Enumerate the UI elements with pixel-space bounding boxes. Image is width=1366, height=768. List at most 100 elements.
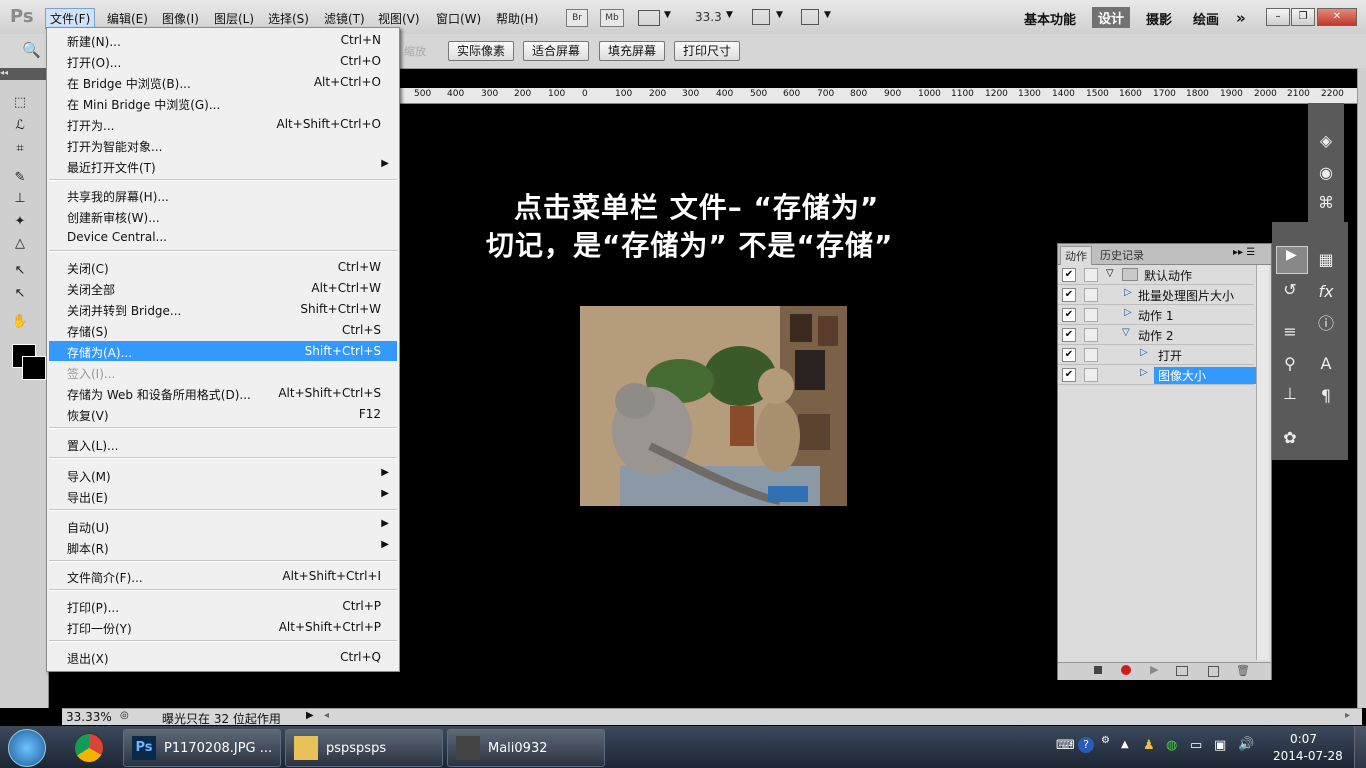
actual-pixels-button[interactable]: 实际像素 <box>448 41 515 61</box>
crop-tool-icon[interactable]: ⌗ <box>10 141 30 159</box>
menu-item-place[interactable]: 置入(L)... <box>49 434 397 454</box>
expand-arrow-icon[interactable]: ▽ <box>1122 327 1130 338</box>
keyboard-icon[interactable]: ⌨ <box>1056 738 1075 753</box>
toggle-checkbox[interactable]: ✔ <box>1062 268 1076 282</box>
menu-item-import[interactable]: 导入(M) ▶ <box>49 465 397 485</box>
menu-item-print[interactable]: 打印(P)... Ctrl+P <box>49 596 397 616</box>
menu-item-open[interactable]: 打开(O)... Ctrl+O <box>49 51 397 71</box>
action-row[interactable]: ✔ ▷ 打开 <box>1058 345 1254 365</box>
chrome-icon[interactable] <box>74 733 104 763</box>
dialog-toggle-box[interactable] <box>1084 268 1098 282</box>
bridge-button[interactable]: Br <box>566 9 588 27</box>
fit-screen-button[interactable]: 适合屏幕 <box>523 41 590 61</box>
toggle-checkbox[interactable]: ✔ <box>1062 308 1076 322</box>
workspace-design[interactable]: 设计 <box>1092 7 1131 28</box>
action-row[interactable]: ✔ ▷ 动作 1 <box>1058 305 1254 325</box>
taskbar-item-folder[interactable]: pspspsps <box>285 729 443 767</box>
settings-tray-icon[interactable]: ⚙ <box>1101 735 1110 746</box>
brush-presets-icon[interactable]: ≡ <box>1276 322 1304 341</box>
network-tray-icon[interactable]: ◍ <box>1166 738 1177 753</box>
clone-source-icon[interactable]: ⚲ <box>1276 354 1304 373</box>
start-button[interactable] <box>8 729 46 767</box>
collapsed-arrow-icon[interactable]: ▷ <box>1140 347 1148 358</box>
status-zoom[interactable]: 33.33% <box>66 710 112 724</box>
device-tray-icon[interactable]: ▣ <box>1214 738 1226 753</box>
blur-tool-icon[interactable]: △ <box>10 236 30 254</box>
menu-item-save-for-web[interactable]: 存储为 Web 和设备所用格式(D)... Alt+Shift+Ctrl+S <box>49 383 397 403</box>
arrange-documents-icon[interactable] <box>752 9 770 25</box>
collapsed-arrow-icon[interactable]: ▷ <box>1124 287 1132 298</box>
menu-item-scripts[interactable]: 脚本(R) ▶ <box>49 537 397 557</box>
menu-item-browse-mini-bridge[interactable]: 在 Mini Bridge 中浏览(G)... <box>49 93 397 113</box>
trash-icon[interactable]: 🗑 <box>1236 664 1250 677</box>
screen-mode-icon[interactable] <box>801 9 819 25</box>
menu-item-revert[interactable]: 恢复(V) F12 <box>49 404 397 424</box>
menu-select[interactable]: 选择(S) <box>264 9 313 28</box>
menu-item-save[interactable]: 存储(S) Ctrl+S <box>49 320 397 340</box>
volume-icon[interactable]: 🔊 <box>1238 737 1254 752</box>
menu-item-close[interactable]: 关闭(C) Ctrl+W <box>49 257 397 277</box>
clock-time[interactable]: 0:07 <box>1290 732 1317 746</box>
dialog-toggle-box[interactable] <box>1084 328 1098 342</box>
chevron-down-icon[interactable]: ▼ <box>824 10 831 20</box>
fx-icon[interactable]: fx <box>1312 282 1340 301</box>
toggle-checkbox[interactable]: ✔ <box>1062 368 1076 382</box>
tool-presets-icon[interactable]: ⊥ <box>1276 384 1304 403</box>
action-row[interactable]: ✔ ▽ 动作 2 <box>1058 325 1254 345</box>
action-row[interactable]: ✔ ▷ 批量处理图片大小 <box>1058 285 1254 305</box>
toolbox-collapse-icon[interactable]: ◂◂ <box>0 68 48 80</box>
zoom-level[interactable]: 33.3 <box>695 10 722 24</box>
menu-layer[interactable]: 图层(L) <box>210 9 258 28</box>
new-action-icon[interactable] <box>1208 666 1219 677</box>
hand-tool-icon[interactable]: ✋ <box>10 314 30 332</box>
security-tray-icon[interactable]: ♟ <box>1143 738 1155 753</box>
show-desktop-button[interactable] <box>1354 726 1366 768</box>
paragraph-icon[interactable]: ¶ <box>1312 386 1340 405</box>
zoom-tool-icon[interactable]: 🔍 <box>22 41 41 59</box>
menu-item-exit[interactable]: 退出(X) Ctrl+Q <box>49 647 397 667</box>
fill-screen-button[interactable]: 填充屏幕 <box>599 41 666 61</box>
vertical-scrollbar[interactable] <box>1357 68 1366 708</box>
monitor-tray-icon[interactable]: ▭ <box>1190 738 1202 753</box>
dialog-toggle-box[interactable] <box>1084 368 1098 382</box>
chevron-down-icon[interactable]: ▼ <box>726 10 733 20</box>
menu-item-new[interactable]: 新建(N)... Ctrl+N <box>49 30 397 50</box>
collapsed-arrow-icon[interactable]: ▷ <box>1140 367 1148 378</box>
scroll-right-icon[interactable]: ▸ <box>1345 710 1350 721</box>
menu-edit[interactable]: 编辑(E) <box>103 9 152 28</box>
workspace-painting[interactable]: 绘画 <box>1193 9 1219 28</box>
healing-tool-icon[interactable]: ✎ <box>10 170 30 188</box>
new-set-icon[interactable] <box>1176 666 1188 676</box>
minimize-button[interactable]: – <box>1266 8 1290 26</box>
restore-button[interactable]: ❐ <box>1291 8 1315 26</box>
mini-bridge-button[interactable]: Mb <box>600 9 624 27</box>
channels-icon[interactable]: ◉ <box>1312 163 1340 182</box>
play-icon[interactable]: ▶ <box>1150 663 1158 676</box>
menu-item-share-screen[interactable]: 共享我的屏幕(H)... <box>49 185 397 205</box>
actions-panel-button[interactable]: ▶ <box>1276 246 1308 274</box>
view-extras-icon[interactable] <box>638 10 660 26</box>
menu-item-close-go-bridge[interactable]: 关闭并转到 Bridge... Shift+Ctrl+W <box>49 299 397 319</box>
menu-item-save-as[interactable]: 存储为(A)... Shift+Ctrl+S <box>49 341 397 361</box>
menu-image[interactable]: 图像(I) <box>158 9 203 28</box>
toggle-checkbox[interactable]: ✔ <box>1062 328 1076 342</box>
menu-item-open-as[interactable]: 打开为... Alt+Shift+Ctrl+O <box>49 114 397 134</box>
print-size-button[interactable]: 打印尺寸 <box>674 41 741 61</box>
marquee-tool-icon[interactable]: ⬚ <box>10 95 30 113</box>
menu-item-recent-files[interactable]: 最近打开文件(T) ▶ <box>49 156 397 176</box>
stamp-tool-icon[interactable]: ⊥ <box>10 191 30 209</box>
workspace-more-icon[interactable]: » <box>1236 9 1246 27</box>
paths-icon[interactable]: ⌘ <box>1312 193 1340 212</box>
chevron-down-icon[interactable]: ▼ <box>664 10 671 20</box>
toggle-checkbox[interactable]: ✔ <box>1062 348 1076 362</box>
action-row[interactable]: ✔ ▽ 默认动作 <box>1058 265 1254 285</box>
menu-item-browse-bridge[interactable]: 在 Bridge 中浏览(B)... Alt+Ctrl+O <box>49 72 397 92</box>
dialog-toggle-box[interactable] <box>1084 348 1098 362</box>
info-icon[interactable]: ⓘ <box>1312 310 1340 334</box>
taskbar-item-image[interactable]: Mali0932 <box>447 729 605 767</box>
panel-menu-icon[interactable]: ▸▸ ☰ <box>1233 247 1255 258</box>
expand-arrow-icon[interactable]: ▽ <box>1106 268 1114 279</box>
menu-filter[interactable]: 滤镜(T) <box>320 9 369 28</box>
toggle-checkbox[interactable]: ✔ <box>1062 288 1076 302</box>
close-button[interactable]: ✕ <box>1317 8 1357 26</box>
